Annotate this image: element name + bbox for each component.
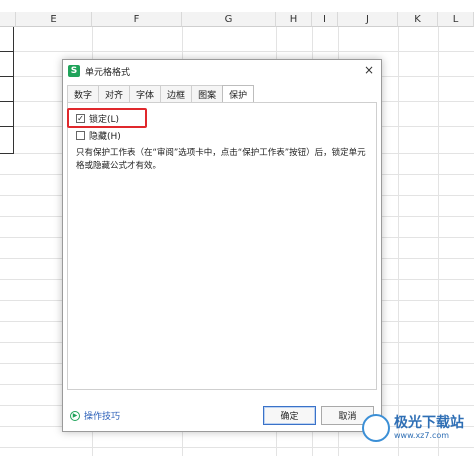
column-header-k[interactable]: K [398, 12, 438, 27]
lock-label: 锁定(L) [89, 115, 120, 125]
protection-description: 只有保护工作表（在“审阅”选项卡中，点击“保护工作表”按钮）后，锁定单元格或隐藏… [76, 148, 366, 171]
dialog-titlebar[interactable]: S 单元格格式 × [63, 60, 381, 82]
cell-border [0, 153, 14, 154]
tab-pattern[interactable]: 图案 [191, 85, 224, 102]
watermark-url: www.xz7.com [394, 431, 450, 440]
hide-label: 隐藏(H) [89, 132, 121, 142]
hide-option[interactable]: 隐藏(H) [76, 129, 121, 142]
grid-line [0, 51, 474, 52]
cell-border [13, 27, 14, 154]
tab-protection[interactable]: 保护 [222, 85, 255, 103]
grid-line [438, 27, 439, 456]
column-header-f[interactable]: F [92, 12, 182, 27]
format-cells-dialog: S 单元格格式 × 数字 对齐 字体 边框 图案 保护 ✓ 锁定(L) 隐藏(H… [62, 59, 382, 432]
column-header-g[interactable]: G [182, 12, 276, 27]
cell-border [0, 126, 14, 127]
column-header-l[interactable]: L [438, 12, 474, 27]
tab-font[interactable]: 字体 [129, 85, 162, 102]
close-icon[interactable]: × [362, 63, 376, 77]
watermark-logo-icon [362, 414, 390, 442]
cell-border [0, 51, 14, 52]
play-icon: ▶ [70, 410, 80, 421]
tab-number[interactable]: 数字 [67, 85, 100, 102]
ok-button[interactable]: 确定 [263, 406, 316, 425]
dialog-tabs: 数字 对齐 字体 边框 图案 保护 [67, 85, 255, 103]
lock-checkbox[interactable]: ✓ [76, 114, 85, 123]
watermark: 极光下载站 www.xz7.com [362, 414, 464, 442]
column-header-j[interactable]: J [338, 12, 398, 27]
cell-border [0, 76, 14, 77]
tab-alignment[interactable]: 对齐 [98, 85, 131, 102]
grid-line [0, 447, 474, 448]
column-header-i[interactable]: I [312, 12, 338, 27]
hide-checkbox[interactable] [76, 131, 85, 140]
column-header-e[interactable]: E [16, 12, 92, 27]
column-header-h[interactable]: H [276, 12, 312, 27]
watermark-name: 极光下载站 [394, 415, 464, 431]
tips-label: 操作技巧 [84, 412, 121, 422]
dialog-title: 单元格格式 [85, 67, 131, 78]
app-logo-icon: S [68, 65, 80, 77]
grid-line [398, 27, 399, 456]
lock-option[interactable]: ✓ 锁定(L) [76, 112, 119, 125]
tab-border[interactable]: 边框 [160, 85, 193, 102]
protection-panel: ✓ 锁定(L) 隐藏(H) 只有保护工作表（在“审阅”选项卡中，点击“保护工作表… [67, 102, 377, 390]
cell-border [0, 101, 14, 102]
tips-link[interactable]: ▶ 操作技巧 [70, 409, 120, 422]
column-header-left [0, 12, 16, 27]
